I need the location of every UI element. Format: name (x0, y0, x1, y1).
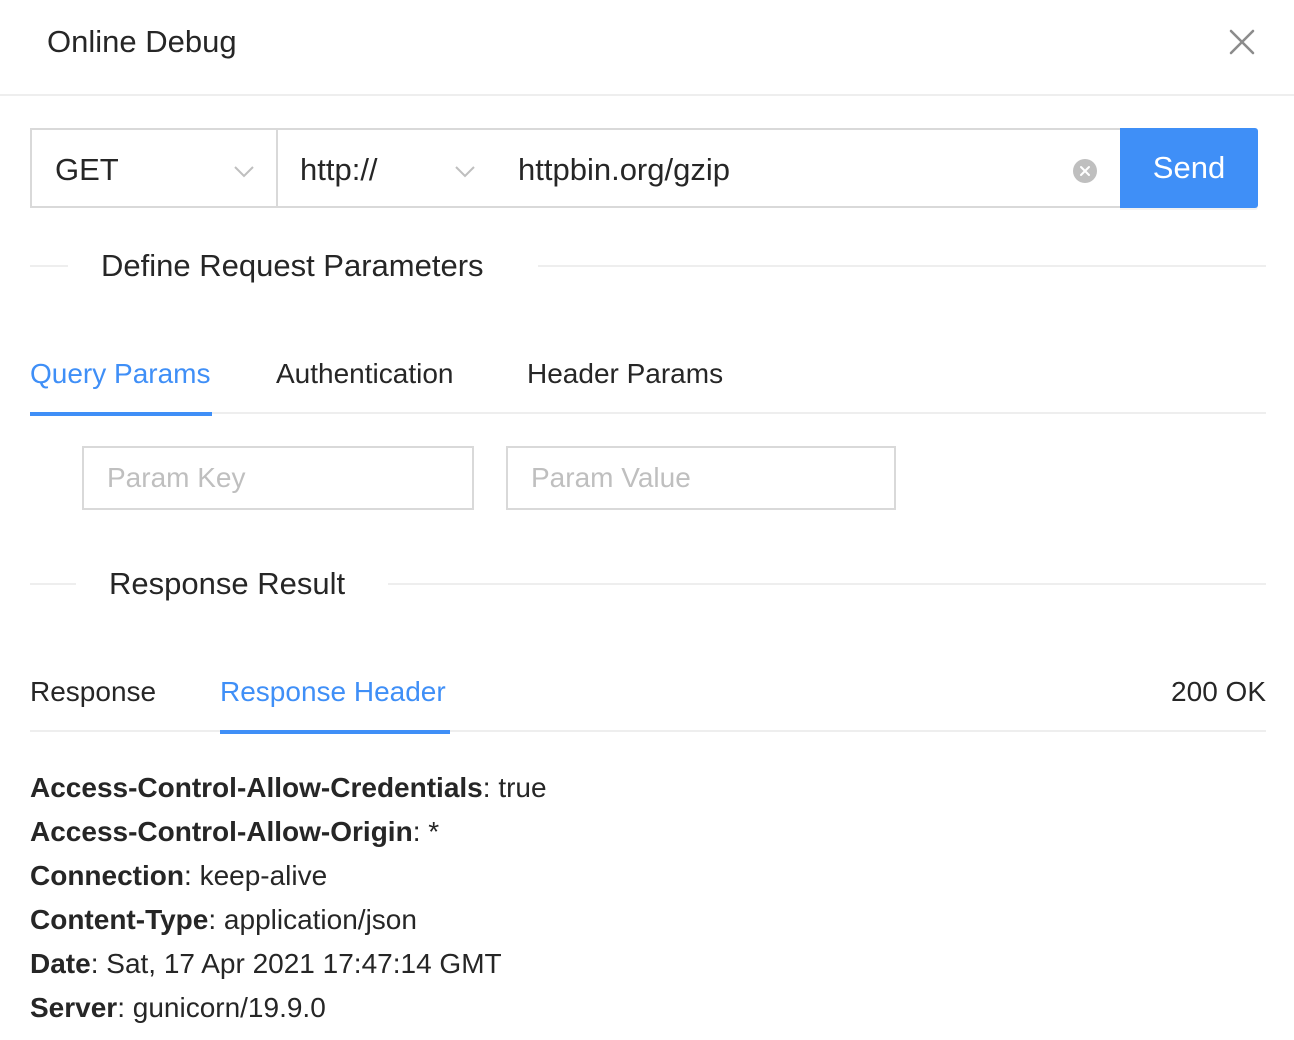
response-section-divider: Response Result (30, 564, 1266, 604)
tab-response[interactable]: Response (30, 660, 156, 732)
request-bar: GET http:// Send (30, 128, 1258, 208)
header-key: Date (30, 948, 91, 979)
divider-line (538, 265, 1266, 267)
header-value: * (428, 816, 440, 847)
tab-query-params[interactable]: Query Params (30, 342, 212, 416)
params-section-divider: Define Request Parameters (30, 246, 1266, 286)
header-key: Content-Type (30, 904, 209, 935)
chevron-down-icon (234, 166, 254, 178)
send-button[interactable]: Send (1120, 128, 1258, 208)
modal-title: Online Debug (47, 24, 237, 59)
tab-authentication[interactable]: Authentication (276, 342, 453, 414)
params-tab-bar: Query Params Authentication Header Param… (30, 342, 1266, 416)
response-status: 200 OK (1171, 676, 1266, 707)
method-select[interactable]: GET (30, 128, 278, 208)
param-key-input[interactable] (82, 446, 474, 510)
header-value: keep-alive (199, 860, 328, 891)
scheme-select[interactable]: http:// (276, 128, 498, 208)
header-key: Server (30, 992, 118, 1023)
divider-line (30, 583, 76, 585)
header-value: application/json (223, 904, 417, 935)
modal-header: Online Debug (0, 0, 1294, 96)
header-value: true (498, 772, 547, 803)
clear-circle-icon[interactable] (1072, 158, 1098, 184)
url-field (496, 128, 1122, 208)
tab-response-header[interactable]: Response Header (220, 660, 450, 734)
response-headers-list: Access-Control-Allow-Credentials: true A… (30, 766, 1266, 1030)
list-item: Content-Type: application/json (30, 904, 417, 935)
response-section-title: Response Result (109, 566, 346, 601)
scheme-select-value: http:// (300, 152, 378, 187)
close-icon[interactable] (1226, 26, 1258, 58)
list-item: Access-Control-Allow-Credentials: true (30, 772, 547, 803)
header-key: Access-Control-Allow-Credentials (30, 772, 483, 803)
header-value: Sat, 17 Apr 2021 17:47:14 GMT (106, 948, 502, 979)
list-item: Access-Control-Allow-Origin: * (30, 816, 440, 847)
header-value: gunicorn/19.9.0 (132, 992, 326, 1023)
chevron-down-icon (455, 166, 475, 178)
header-key: Access-Control-Allow-Origin (30, 816, 413, 847)
list-item: Server: gunicorn/19.9.0 (30, 992, 326, 1023)
header-key: Connection (30, 860, 184, 891)
params-section-title: Define Request Parameters (101, 248, 484, 283)
url-input[interactable] (518, 148, 1058, 192)
param-value-input[interactable] (506, 446, 896, 510)
list-item: Date: Sat, 17 Apr 2021 17:47:14 GMT (30, 948, 502, 979)
tab-header-params[interactable]: Header Params (527, 342, 723, 414)
divider-line (388, 583, 1266, 585)
response-tab-bar: Response Response Header 200 OK (30, 660, 1266, 734)
list-item: Connection: keep-alive (30, 860, 328, 891)
divider-line (30, 265, 68, 267)
method-select-value: GET (55, 152, 119, 187)
